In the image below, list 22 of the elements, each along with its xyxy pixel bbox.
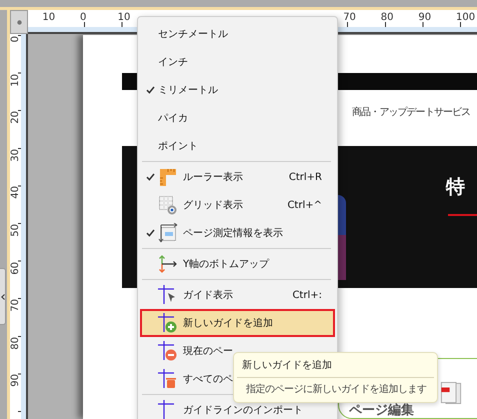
ruler-number: 30 [11,148,21,162]
ruler-number: 60 [11,262,21,274]
ruler-number: 70 [343,12,356,24]
ruler-number: 90 [418,12,432,24]
ruler-number: 70 [11,299,21,312]
ruler-number: 10 [42,12,56,24]
ruler-number: 10 [118,12,130,24]
ruler-number: 20 [11,111,21,124]
ruler-number: 100 [456,12,476,24]
ruler-number: 0 [11,36,21,42]
ruler-number: 50 [11,224,21,237]
ruler-number: 80 [11,336,21,350]
ruler-number: 10 [11,74,21,86]
nav-text: 商品・アップデートサービス [352,106,470,119]
ruler-number: 0 [80,12,86,24]
banner-title: 特 [446,176,465,198]
tooltip-description: 指定のページに新しいガイドを追加します [246,383,426,396]
ruler-number: 80 [380,12,394,24]
ruler-number: 40 [11,186,21,200]
tooltip-title: 新しいガイドを追加 [237,358,434,378]
ruler-number: 90 [11,374,21,388]
card-title: ページ編集 [349,404,414,418]
